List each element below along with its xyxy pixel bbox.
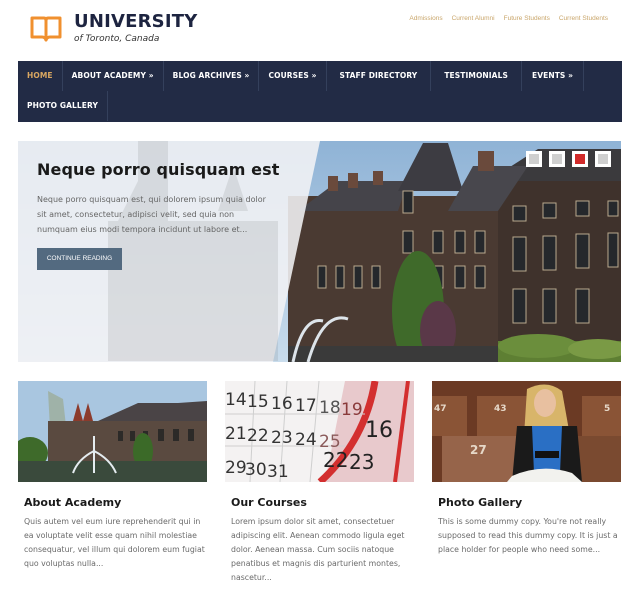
nav-item-home[interactable]: HOME (18, 61, 63, 91)
top-link-future-students[interactable]: Future Students (504, 15, 550, 22)
svg-text:23: 23 (349, 450, 374, 474)
svg-text:22: 22 (247, 426, 269, 446)
nav-item-events[interactable]: EVENTS » (522, 61, 585, 91)
slider-pagination (526, 151, 611, 167)
card-about-academy: About Academy Quis autem vel eum iure re… (18, 381, 207, 571)
svg-text:15: 15 (247, 392, 269, 412)
svg-text:18: 18 (319, 398, 341, 418)
svg-text:30: 30 (245, 460, 267, 480)
top-link-admissions[interactable]: Admissions (409, 15, 442, 22)
card-our-courses: 14 15 16 17 18 19 21 22 23 24 25 29 30 31 16 22 23 O… (225, 381, 414, 585)
svg-text:17: 17 (295, 396, 317, 416)
card-excerpt: This is some dummy copy. You're not real… (438, 517, 618, 554)
nav-item-courses[interactable]: COURSES » (259, 61, 327, 91)
svg-text:16: 16 (365, 418, 393, 443)
student-reading-lecture-hall-photo: 47 43 5 27 (432, 381, 621, 482)
svg-text:29: 29 (225, 458, 247, 478)
svg-text:5: 5 (604, 404, 610, 414)
card-image-link[interactable]: 14 15 16 17 18 19 21 22 23 24 25 29 30 31 16 22 23 (225, 381, 414, 482)
svg-text:22: 22 (323, 448, 348, 472)
nav-item-blog-archives[interactable]: BLOG ARCHIVES » (164, 61, 260, 91)
continue-reading-button[interactable]: CONTINUE READING (37, 248, 122, 270)
svg-text:31: 31 (267, 462, 289, 482)
nav-item-testimonials[interactable]: TESTIMONIALS (431, 61, 522, 91)
hero-title: Neque porro quisquam est (37, 160, 280, 179)
card-excerpt: Quis autem vel eum iure reprehenderit qu… (24, 517, 205, 568)
top-link-current-students[interactable]: Current Students (559, 15, 608, 22)
site-logo[interactable]: UNIVERSITY of Toronto, Canada (30, 12, 197, 46)
card-title[interactable]: Our Courses (231, 496, 414, 509)
svg-text:19: 19 (341, 400, 363, 420)
slide-dot-1[interactable] (526, 151, 542, 167)
svg-text:24: 24 (295, 430, 317, 450)
nav-item-photo-gallery[interactable]: PHOTO GALLERY (18, 91, 108, 121)
parliament-building-fountain-photo (18, 381, 207, 482)
site-subtitle: of Toronto, Canada (74, 34, 160, 44)
open-book-icon (30, 16, 62, 42)
svg-text:21: 21 (225, 424, 247, 444)
main-navigation: HOME ABOUT ACADEMY » BLOG ARCHIVES » COU… (18, 61, 622, 122)
site-title: UNIVERSITY (74, 11, 198, 32)
nav-item-about-academy[interactable]: ABOUT ACADEMY » (63, 61, 164, 91)
nav-item-staff-directory[interactable]: STAFF DIRECTORY (327, 61, 432, 91)
hero-slider: Neque porro quisquam est Neque porro qui… (18, 141, 621, 362)
card-image-link[interactable]: 47 43 5 27 (432, 381, 621, 482)
calendar-pages-photo: 14 15 16 17 18 19 21 22 23 24 25 2930 31 16 22 23 (225, 381, 414, 482)
svg-text:47: 47 (434, 404, 447, 414)
svg-text:43: 43 (494, 404, 507, 414)
card-excerpt: Lorem ipsum dolor sit amet, consectetuer… (231, 517, 405, 582)
slide-dot-2[interactable] (549, 151, 565, 167)
svg-text:27: 27 (470, 443, 487, 457)
card-title[interactable]: About Academy (24, 496, 207, 509)
card-photo-gallery: 47 43 5 27 Photo Gallery This is some dumm… (432, 381, 621, 557)
svg-text:14: 14 (225, 390, 247, 410)
slide-dot-4[interactable] (595, 151, 611, 167)
hero-excerpt: Neque porro quisquam est, qui dolorem ip… (37, 195, 266, 234)
card-image-link[interactable] (18, 381, 207, 482)
card-title[interactable]: Photo Gallery (438, 496, 621, 509)
top-links: Admissions Current Alumni Future Student… (409, 15, 608, 22)
slide-dot-3[interactable] (572, 151, 588, 167)
svg-text:16: 16 (271, 394, 293, 414)
top-link-current-alumni[interactable]: Current Alumni (452, 15, 495, 22)
svg-text:23: 23 (271, 428, 293, 448)
